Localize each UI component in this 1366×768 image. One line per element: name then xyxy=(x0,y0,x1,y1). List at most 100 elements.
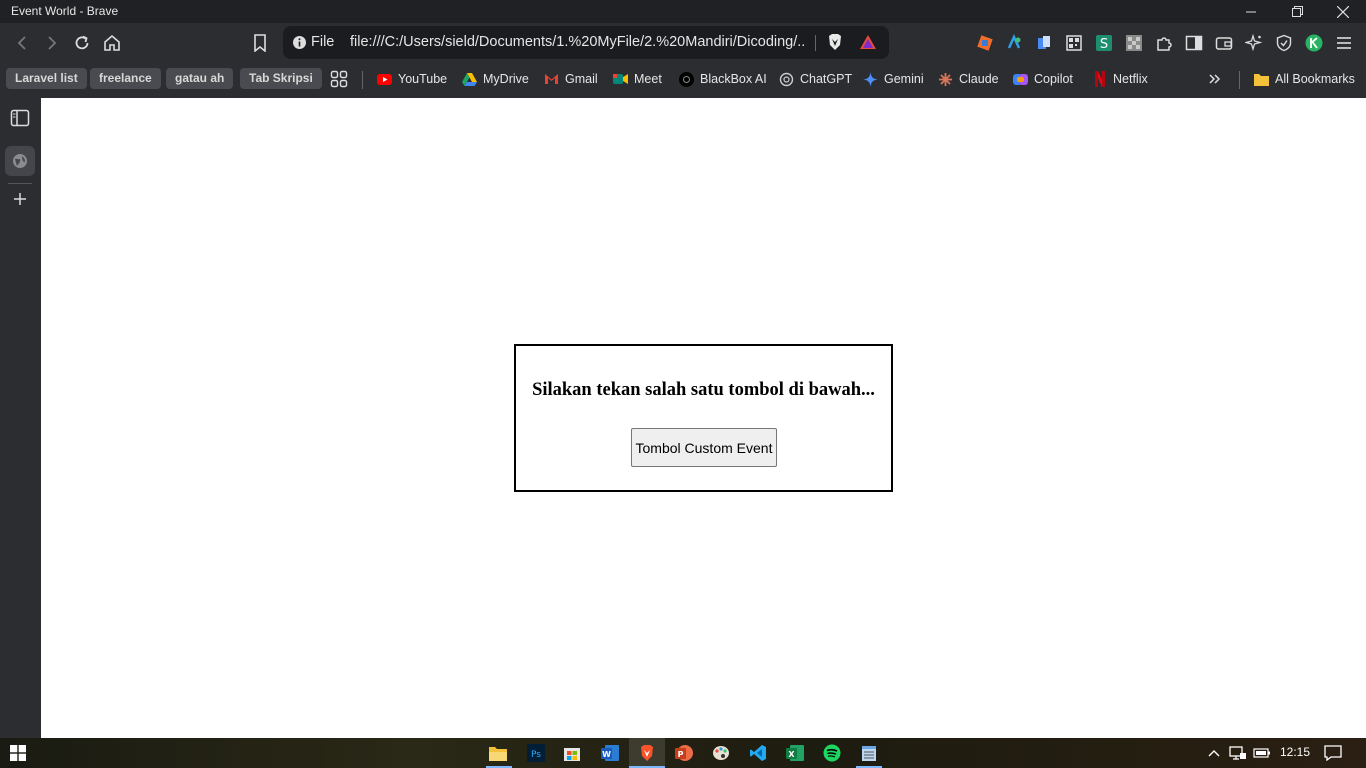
wallet-icon xyxy=(1215,37,1233,50)
notification-center-button[interactable] xyxy=(1324,744,1342,762)
minimize-button[interactable] xyxy=(1228,0,1274,23)
page-content: Silakan tekan salah satu tombol di bawah… xyxy=(41,98,1366,738)
restore-button[interactable] xyxy=(1274,0,1320,23)
extension-3[interactable] xyxy=(1034,33,1054,53)
bookmark-label: Gmail xyxy=(565,72,598,86)
all-bookmarks-button[interactable]: All Bookmarks xyxy=(1254,70,1355,88)
bookmark-claude[interactable]: Claude xyxy=(938,70,999,88)
taskbar-word[interactable]: W xyxy=(601,744,619,762)
blackbox-icon xyxy=(679,71,694,87)
extension-orange-icon xyxy=(977,35,993,51)
extension-docs-icon xyxy=(1038,36,1050,49)
gmail-icon xyxy=(544,72,559,87)
sidebar-toggle-button[interactable] xyxy=(1184,33,1204,53)
word-icon: W xyxy=(601,745,619,761)
bookmark-label: Netflix xyxy=(1113,72,1148,86)
chatgpt-icon xyxy=(779,72,794,87)
extensions-menu-button[interactable] xyxy=(1154,33,1174,53)
bookmark-tag-freelance[interactable]: freelance xyxy=(90,68,161,89)
close-button[interactable] xyxy=(1320,0,1366,23)
brave-shields-button[interactable] xyxy=(825,32,845,52)
extension-blue-green-icon xyxy=(1007,34,1021,49)
url-separator xyxy=(815,35,816,51)
spotify-icon xyxy=(823,744,841,762)
bookmark-icon xyxy=(254,34,266,52)
bookmarks-bar: Laravel list freelance gatau ah Tab Skri… xyxy=(0,63,1366,98)
taskbar-store[interactable] xyxy=(563,744,581,762)
extension-5[interactable]: S xyxy=(1094,33,1114,53)
brave-rewards-button[interactable] xyxy=(858,32,878,52)
info-icon[interactable] xyxy=(292,35,307,50)
leo-ai-button[interactable] xyxy=(1244,33,1264,53)
avatar-icon xyxy=(1305,34,1323,52)
vscode-icon xyxy=(750,745,766,761)
bookmark-tag-gatau-ah[interactable]: gatau ah xyxy=(166,68,234,89)
custom-event-button[interactable]: Tombol Custom Event xyxy=(631,428,777,467)
powerpoint-icon: P xyxy=(675,745,693,761)
palette-icon xyxy=(713,746,729,760)
home-button[interactable] xyxy=(100,31,124,55)
address-bar[interactable]: File file:///C:/Users/sield/Documents/1.… xyxy=(283,26,889,59)
close-icon xyxy=(1337,5,1349,18)
svg-text:S: S xyxy=(1100,37,1108,52)
svg-text:Ps: Ps xyxy=(531,750,541,760)
bookmark-copilot[interactable]: Copilot xyxy=(1013,70,1073,88)
store-icon xyxy=(564,748,580,761)
bookmark-meet[interactable]: Meet xyxy=(613,70,662,88)
back-button[interactable] xyxy=(10,31,34,55)
forward-button[interactable] xyxy=(40,31,64,55)
taskbar-powerpoint[interactable]: P xyxy=(675,744,693,762)
battery-status[interactable] xyxy=(1253,744,1271,762)
wallet-button[interactable] xyxy=(1214,33,1234,53)
url-text[interactable]: file:///C:/Users/sield/Documents/1.%20My… xyxy=(350,34,805,50)
taskbar-excel[interactable]: X xyxy=(786,744,804,762)
bookmark-youtube[interactable]: YouTube xyxy=(377,70,447,88)
reload-button[interactable] xyxy=(70,31,94,55)
sidebar-panel-button[interactable] xyxy=(8,106,32,130)
event-box: Silakan tekan salah satu tombol di bawah… xyxy=(514,344,893,492)
taskbar-notepad[interactable] xyxy=(860,744,878,762)
bookmark-gemini[interactable]: Gemini xyxy=(863,70,924,88)
extension-6[interactable] xyxy=(1124,33,1144,53)
show-hidden-icons-button[interactable] xyxy=(1205,744,1223,762)
extension-1[interactable] xyxy=(975,33,995,53)
taskbar-photoshop[interactable]: Ps xyxy=(527,744,545,762)
taskbar-paint[interactable] xyxy=(712,744,730,762)
bookmark-label: MyDrive xyxy=(483,72,529,86)
bookmark-mydrive[interactable]: MyDrive xyxy=(462,70,529,88)
globe-icon xyxy=(13,154,27,168)
svg-text:W: W xyxy=(602,750,611,759)
network-status[interactable] xyxy=(1229,744,1247,762)
google-meet-icon xyxy=(613,72,628,87)
bookmark-gmail[interactable]: Gmail xyxy=(544,70,598,88)
main-menu-button[interactable] xyxy=(1334,33,1354,53)
protocol-label: File xyxy=(311,34,335,50)
sidebar-item-globe[interactable] xyxy=(5,146,35,176)
sidebar-add-button[interactable] xyxy=(8,187,32,211)
extension-2[interactable] xyxy=(1004,33,1024,53)
shield-icon xyxy=(1276,34,1292,52)
taskbar-brave[interactable] xyxy=(638,744,656,762)
profile-avatar[interactable] xyxy=(1304,33,1324,53)
vpn-button[interactable] xyxy=(1274,33,1294,53)
network-icon xyxy=(1229,746,1246,760)
forward-arrow-icon xyxy=(48,36,57,50)
taskbar-vscode[interactable] xyxy=(749,744,767,762)
bookmark-tag-laravel-list[interactable]: Laravel list xyxy=(6,68,87,89)
bookmark-page-button[interactable] xyxy=(248,31,272,55)
notification-icon xyxy=(1324,745,1342,761)
taskbar-spotify[interactable] xyxy=(823,744,841,762)
bookmark-label: Gemini xyxy=(884,72,924,86)
taskbar-clock[interactable]: 12:15 xyxy=(1280,745,1310,759)
bookmark-tag-tab-skripsi[interactable]: Tab Skripsi xyxy=(240,68,322,89)
apps-button[interactable] xyxy=(330,70,348,88)
start-button[interactable] xyxy=(9,744,27,762)
extension-4[interactable] xyxy=(1064,33,1084,53)
taskbar-file-explorer[interactable] xyxy=(489,744,507,762)
folder-icon xyxy=(489,747,507,761)
bookmark-blackbox-ai[interactable]: BlackBox AI xyxy=(679,70,767,88)
more-bookmarks-button[interactable] xyxy=(1208,70,1222,88)
bookmark-netflix[interactable]: Netflix xyxy=(1092,70,1148,88)
bookmark-chatgpt[interactable]: ChatGPT xyxy=(779,70,852,88)
sidebar-panel-icon xyxy=(10,109,30,127)
